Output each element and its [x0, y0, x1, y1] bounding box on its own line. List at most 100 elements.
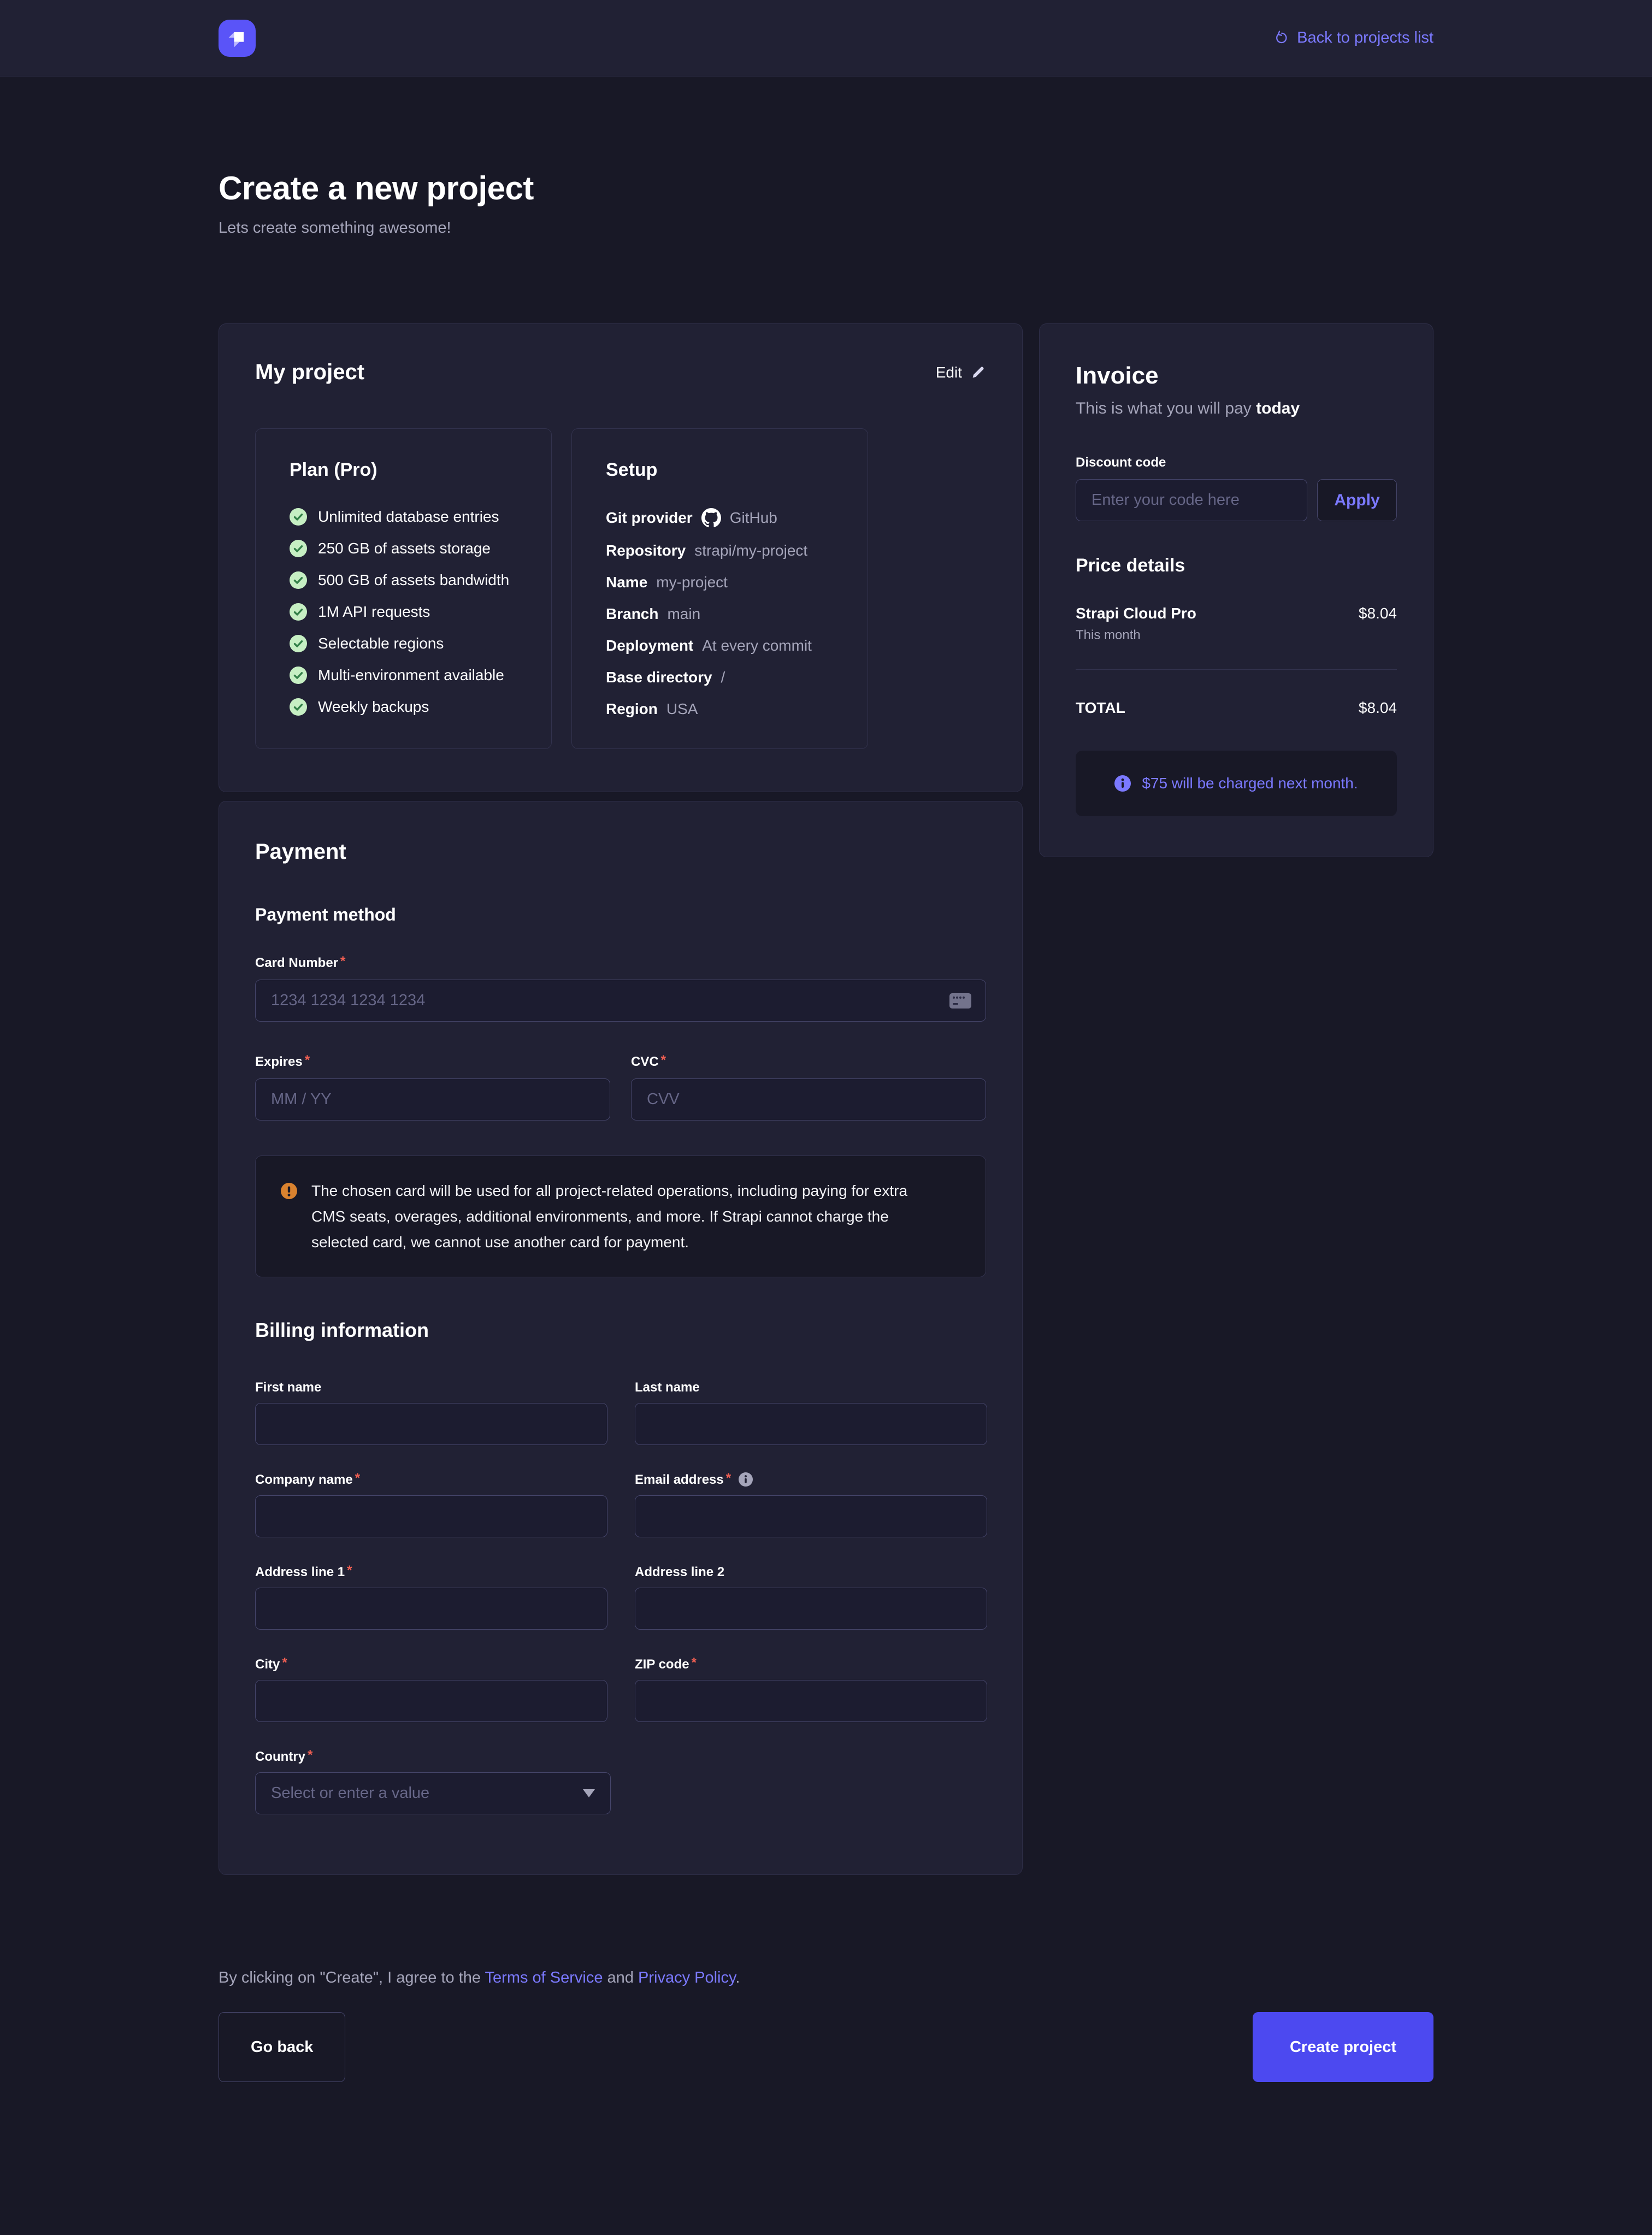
github-icon — [701, 508, 721, 528]
setup-row: Branch main — [606, 605, 843, 623]
payment-card: Payment Payment method Card Number* — [219, 801, 1023, 1875]
total-amount: $8.04 — [1359, 699, 1397, 717]
apply-discount-button[interactable]: Apply — [1317, 479, 1397, 521]
setup-row-list: Git provider GitHub — [606, 508, 843, 718]
billing-field: Email address* — [635, 1472, 987, 1537]
country-select-placeholder: Select or enter a value — [271, 1784, 429, 1802]
setup-row-value: USA — [666, 700, 698, 718]
terms-of-service-link[interactable]: Terms of Service — [485, 1969, 603, 1986]
billing-field-label: ZIP code* — [635, 1657, 987, 1672]
required-marker: * — [305, 1054, 310, 1066]
billing-field-label: Company name* — [255, 1472, 607, 1488]
setup-row: Region USA — [606, 700, 843, 718]
country-select[interactable]: Select or enter a value — [255, 1772, 611, 1814]
price-line-item: Strapi Cloud Pro This month $8.04 — [1076, 605, 1397, 643]
invoice-title: Invoice — [1076, 362, 1397, 390]
discount-code-label: Discount code — [1076, 455, 1397, 470]
setup-row: Repository strapi/my-project — [606, 542, 843, 559]
address-line-2-input[interactable] — [635, 1588, 987, 1630]
cvc-label: CVC* — [631, 1054, 986, 1070]
billing-title: Billing information — [255, 1319, 986, 1342]
billing-fields-grid: First name Last name — [255, 1380, 986, 1722]
setup-row-value: main — [667, 605, 700, 623]
go-back-button[interactable]: Go back — [219, 2012, 345, 2082]
invoice-card: Invoice This is what you will pay today … — [1039, 323, 1433, 857]
card-number-input[interactable] — [255, 980, 986, 1022]
setup-row-label: Git provider — [606, 509, 693, 527]
next-month-note: $75 will be charged next month. — [1076, 751, 1397, 816]
pencil-icon — [970, 364, 986, 381]
setup-row-value: At every commit — [702, 637, 812, 654]
first-name-input[interactable] — [255, 1403, 607, 1445]
plan-feature-label: Weekly backups — [318, 698, 429, 716]
line-item-period: This month — [1076, 628, 1196, 643]
edit-project-button[interactable]: Edit — [936, 364, 986, 381]
cvc-input[interactable] — [631, 1078, 986, 1121]
my-project-title: My project — [255, 360, 364, 385]
setup-row-label: Deployment — [606, 637, 693, 654]
required-marker: * — [340, 956, 345, 968]
setup-row: Git provider GitHub — [606, 508, 843, 528]
setup-row-label: Base directory — [606, 669, 712, 686]
page-title: Create a new project — [219, 169, 1433, 207]
required-marker: * — [692, 1657, 697, 1669]
privacy-policy-link[interactable]: Privacy Policy — [638, 1969, 735, 1986]
create-project-button[interactable]: Create project — [1253, 2012, 1433, 2082]
chevron-down-icon — [583, 1789, 595, 1797]
plan-feature-label: 250 GB of assets storage — [318, 540, 491, 557]
check-circle-icon — [290, 603, 307, 621]
check-circle-icon — [290, 540, 307, 557]
card-number-label: Card Number* — [255, 956, 986, 971]
back-to-projects-label: Back to projects list — [1297, 29, 1433, 47]
card-usage-notice-text: The chosen card will be used for all pro… — [311, 1178, 945, 1255]
required-marker: * — [308, 1749, 312, 1761]
billing-field: ZIP code* — [635, 1657, 987, 1722]
city-input[interactable] — [255, 1680, 607, 1722]
page-footer: By clicking on "Create", I agree to the … — [219, 1969, 1433, 2082]
billing-field: Address line 2 — [635, 1565, 987, 1630]
plan-feature-label: Selectable regions — [318, 635, 444, 652]
check-circle-icon — [290, 508, 307, 526]
email-address-input[interactable] — [635, 1495, 987, 1537]
credit-card-icon — [949, 993, 972, 1009]
billing-field: Company name* — [255, 1472, 607, 1537]
total-row: TOTAL $8.04 — [1076, 699, 1397, 717]
billing-field: Last name — [635, 1380, 987, 1445]
required-marker: * — [661, 1054, 666, 1066]
plan-feature-item: 1M API requests — [290, 603, 527, 621]
total-label: TOTAL — [1076, 699, 1125, 717]
price-details-title: Price details — [1076, 555, 1397, 576]
discount-code-input[interactable] — [1076, 479, 1307, 521]
billing-field-label: Last name — [635, 1380, 987, 1395]
address-line-1-input[interactable] — [255, 1588, 607, 1630]
plan-feature-label: 500 GB of assets bandwidth — [318, 571, 509, 589]
page-subtitle: Lets create something awesome! — [219, 219, 1433, 237]
setup-row-value: GitHub — [730, 509, 777, 527]
hero-section: Create a new project Lets create somethi… — [219, 169, 1433, 237]
company-name-input[interactable] — [255, 1495, 607, 1537]
setup-row: Base directory / — [606, 669, 843, 686]
setup-row-label: Branch — [606, 605, 658, 623]
strapi-logo-icon — [225, 26, 249, 50]
zip-code-input[interactable] — [635, 1680, 987, 1722]
plan-feature-item: Selectable regions — [290, 635, 527, 652]
invoice-divider — [1076, 669, 1397, 670]
plan-title: Plan (Pro) — [290, 459, 527, 481]
plan-feature-item: 250 GB of assets storage — [290, 540, 527, 557]
plan-box: Plan (Pro) Unlimited database entries — [255, 428, 552, 749]
back-to-projects-link[interactable]: Back to projects list — [1273, 29, 1433, 47]
country-label: Country* — [255, 1749, 611, 1765]
setup-row-label: Name — [606, 574, 647, 591]
expires-input[interactable] — [255, 1078, 610, 1121]
billing-field: City* — [255, 1657, 607, 1722]
line-item-name: Strapi Cloud Pro — [1076, 605, 1196, 622]
setup-row-label: Repository — [606, 542, 686, 559]
check-circle-icon — [290, 571, 307, 589]
setup-row-value: / — [721, 669, 725, 686]
my-project-card: My project Edit Plan (Pro) — [219, 323, 1023, 792]
next-month-note-text: $75 will be charged next month. — [1142, 775, 1358, 792]
setup-row-value: my-project — [656, 574, 728, 591]
billing-field-label: First name — [255, 1380, 607, 1395]
billing-field: Address line 1* — [255, 1565, 607, 1630]
last-name-input[interactable] — [635, 1403, 987, 1445]
